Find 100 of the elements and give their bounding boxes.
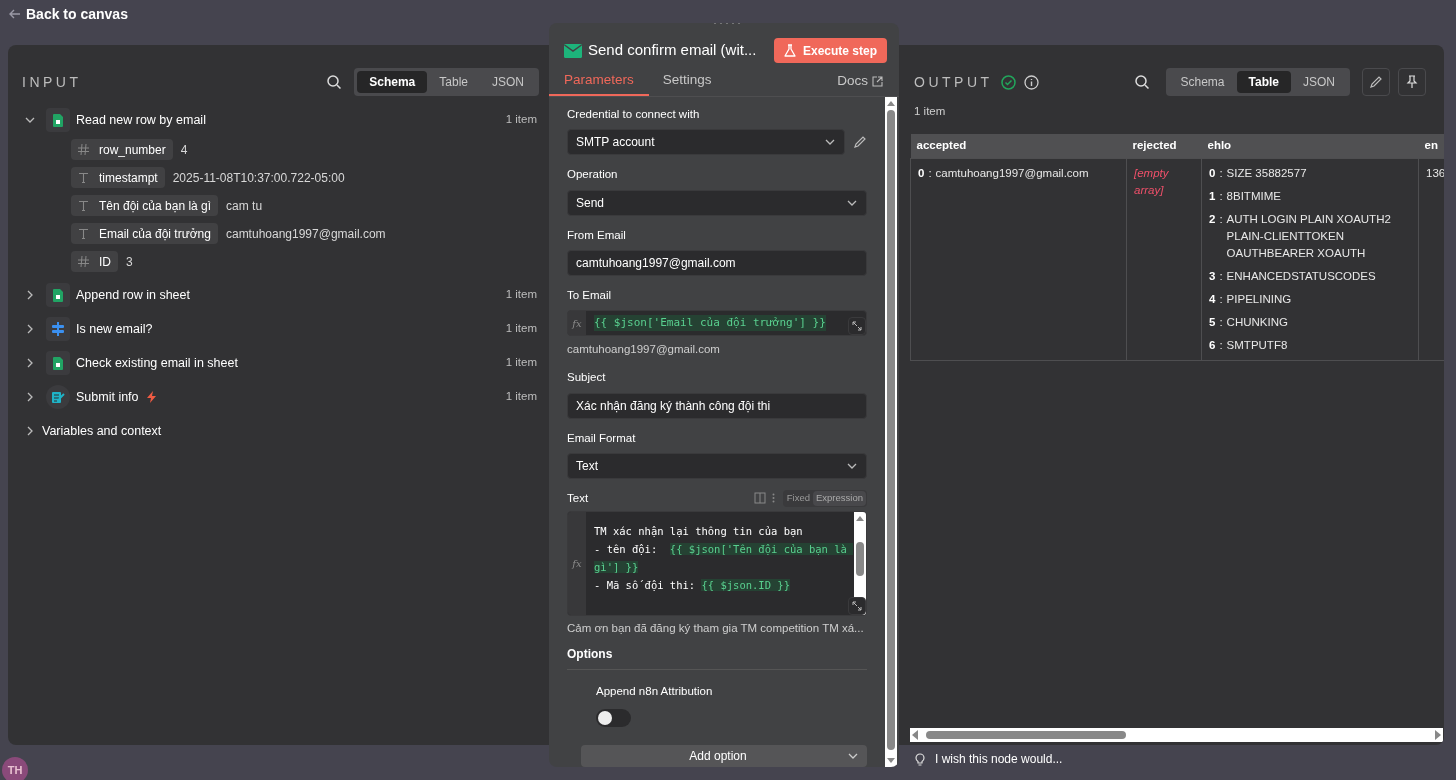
view-tab[interactable]: JSON xyxy=(480,71,536,93)
fx-label: fx xyxy=(568,311,586,335)
pencil-icon[interactable] xyxy=(1369,75,1383,89)
field-label: Subject xyxy=(567,370,607,386)
list-entry: 2 : AUTH LOGIN PLAIN XOAUTH2 PLAIN-CLIENTTOKEN OAUTHBEARER XOAUTH xyxy=(1209,211,1392,261)
node-name[interactable]: Append row in sheet xyxy=(76,285,190,305)
lightbulb-icon[interactable] xyxy=(915,752,925,766)
toggle-switch[interactable] xyxy=(596,708,631,727)
spreadsheet-icon xyxy=(53,288,63,302)
signpost-icon xyxy=(51,322,65,336)
pencil-icon[interactable] xyxy=(853,135,867,150)
node-name[interactable]: Read new row by email xyxy=(76,110,206,130)
mode-tab[interactable]: Expression xyxy=(813,491,866,506)
edit-button[interactable] xyxy=(1362,68,1390,96)
back-arrow-icon[interactable] xyxy=(8,7,22,21)
field-pill[interactable]: ID xyxy=(71,251,118,272)
list-entry: 6 : SMTPUTF8 xyxy=(1209,337,1289,353)
hash-icon xyxy=(78,256,89,267)
select-field[interactable]: Text xyxy=(567,452,867,479)
text-type-icon xyxy=(78,200,89,211)
view-tab[interactable]: Table xyxy=(1236,71,1291,93)
flask-icon xyxy=(783,44,796,57)
info-icon[interactable] xyxy=(1023,74,1039,90)
code-editor[interactable]: fx TM xác nhận lại thông tin của bạn - tên đội: {{ $json['Tên đội của bạn là gì'] }} - Mã số đội thi: {{ $json.ID }} xyxy=(567,511,867,616)
column-header[interactable]: accepted xyxy=(910,134,1127,159)
external-link-icon[interactable] xyxy=(872,75,883,87)
item-count: 1 item xyxy=(505,355,537,371)
text-type-icon xyxy=(78,172,89,183)
column-header[interactable]: ehlo xyxy=(1201,134,1419,159)
node-name[interactable]: Submit info xyxy=(76,387,139,407)
node-title: Send confirm email (wit... xyxy=(588,40,757,61)
more-icon[interactable] xyxy=(771,493,775,504)
field-label: Text xyxy=(567,490,589,506)
tab[interactable]: Settings xyxy=(648,66,726,96)
expression-result: camtuhoang1997@gmail.com xyxy=(567,342,721,357)
field-value: cam tu xyxy=(226,197,263,215)
panel-title: OUTPUT xyxy=(914,72,993,92)
view-tab[interactable]: JSON xyxy=(1291,71,1347,93)
envelope-icon xyxy=(564,43,582,58)
list-entry: 0 : SIZE 35882577 xyxy=(1209,165,1308,181)
view-tab[interactable]: Schema xyxy=(357,71,428,93)
field-label: Email Format xyxy=(567,430,637,446)
field-pill[interactable]: Tên đội của bạn là gì xyxy=(71,195,219,216)
input-field[interactable]: Xác nhận đăng ký thành công đội thi xyxy=(567,392,867,419)
form-icon xyxy=(51,390,65,404)
list-entry: 5 : CHUNKING xyxy=(1209,314,1289,330)
code-line: TM xác nhận lại thông tin của bạn xyxy=(594,524,804,539)
table-cell-text: [empty array] xyxy=(1134,165,1170,198)
column-header[interactable]: en xyxy=(1418,134,1444,159)
search-icon[interactable] xyxy=(326,74,343,90)
hash-icon xyxy=(78,144,89,155)
search-icon[interactable] xyxy=(1133,74,1150,90)
back-to-canvas-link[interactable]: Back to canvas xyxy=(26,3,128,25)
text-type-icon xyxy=(78,228,89,239)
select-field[interactable]: Send xyxy=(567,189,867,216)
panel-title: INPUT xyxy=(22,72,82,92)
expression-field[interactable]: fx {{ $json['Email của đội trưởng'] }} xyxy=(567,310,867,336)
item-count: 1 item xyxy=(913,104,947,119)
section-title: Options xyxy=(567,645,867,671)
pin-icon xyxy=(1406,75,1418,89)
field-pill[interactable]: Email của đội trưởng xyxy=(71,223,218,244)
input-field[interactable]: camtuhoang1997@gmail.com xyxy=(567,249,867,276)
list-entry: 3 : ENHANCEDSTATUSCODES xyxy=(1209,268,1377,284)
pin-button[interactable] xyxy=(1398,68,1426,96)
node-name[interactable]: Is new email? xyxy=(76,319,153,339)
item-count: 1 item xyxy=(505,112,537,128)
expand-icon[interactable] xyxy=(852,321,862,331)
fx-label: fx xyxy=(568,512,586,615)
column-header[interactable]: rejected xyxy=(1126,134,1202,159)
view-tab[interactable]: Table xyxy=(427,71,480,93)
item-count: 1 item xyxy=(505,287,537,303)
docs-link[interactable]: Docs xyxy=(837,66,899,96)
add-option-button[interactable]: Add option xyxy=(581,744,867,767)
expand-icon[interactable] xyxy=(852,601,862,611)
field-label: To Email xyxy=(567,287,613,303)
table-cell-text: 136 xyxy=(1426,165,1444,181)
field-label: From Email xyxy=(567,227,627,243)
horizontal-scrollbar[interactable] xyxy=(910,728,1443,742)
field-value: 4 xyxy=(180,141,188,159)
avatar[interactable]: TH xyxy=(2,757,28,780)
vertical-scrollbar[interactable] xyxy=(885,97,897,767)
item-count: 1 item xyxy=(505,389,537,405)
spreadsheet-icon xyxy=(53,113,63,127)
spreadsheet-icon xyxy=(53,356,63,370)
select-field[interactable]: SMTP account xyxy=(567,129,845,156)
list-entry: 0 : camtuhoang1997@gmail.com xyxy=(918,165,1090,181)
field-label: Credential to connect with xyxy=(567,107,701,122)
node-name[interactable]: Check existing email in sheet xyxy=(76,353,238,373)
list-entry: 4 : PIPELINING xyxy=(1209,291,1293,307)
toggle-label: Append n8n Attribution xyxy=(596,684,714,700)
expression-result: Cảm ơn bạn đã đăng ký tham gia TM competition TM xá... xyxy=(567,621,865,636)
field-value: 2025-11-08T10:37:00.722-05:00 xyxy=(172,169,345,187)
field-pill[interactable]: timestampt xyxy=(71,167,165,188)
field-pill[interactable]: row_number xyxy=(71,139,173,160)
view-tab[interactable]: Schema xyxy=(1168,71,1237,93)
variables-section[interactable]: Variables and context xyxy=(42,421,162,441)
code-line: - Mã số đội thi: {{ $json.ID }} xyxy=(594,578,791,593)
list-entry: 1 : 8BITMIME xyxy=(1209,188,1282,204)
mode-tab[interactable]: Fixed xyxy=(783,491,813,506)
feedback-link[interactable]: I wish this node would... xyxy=(935,750,1063,768)
